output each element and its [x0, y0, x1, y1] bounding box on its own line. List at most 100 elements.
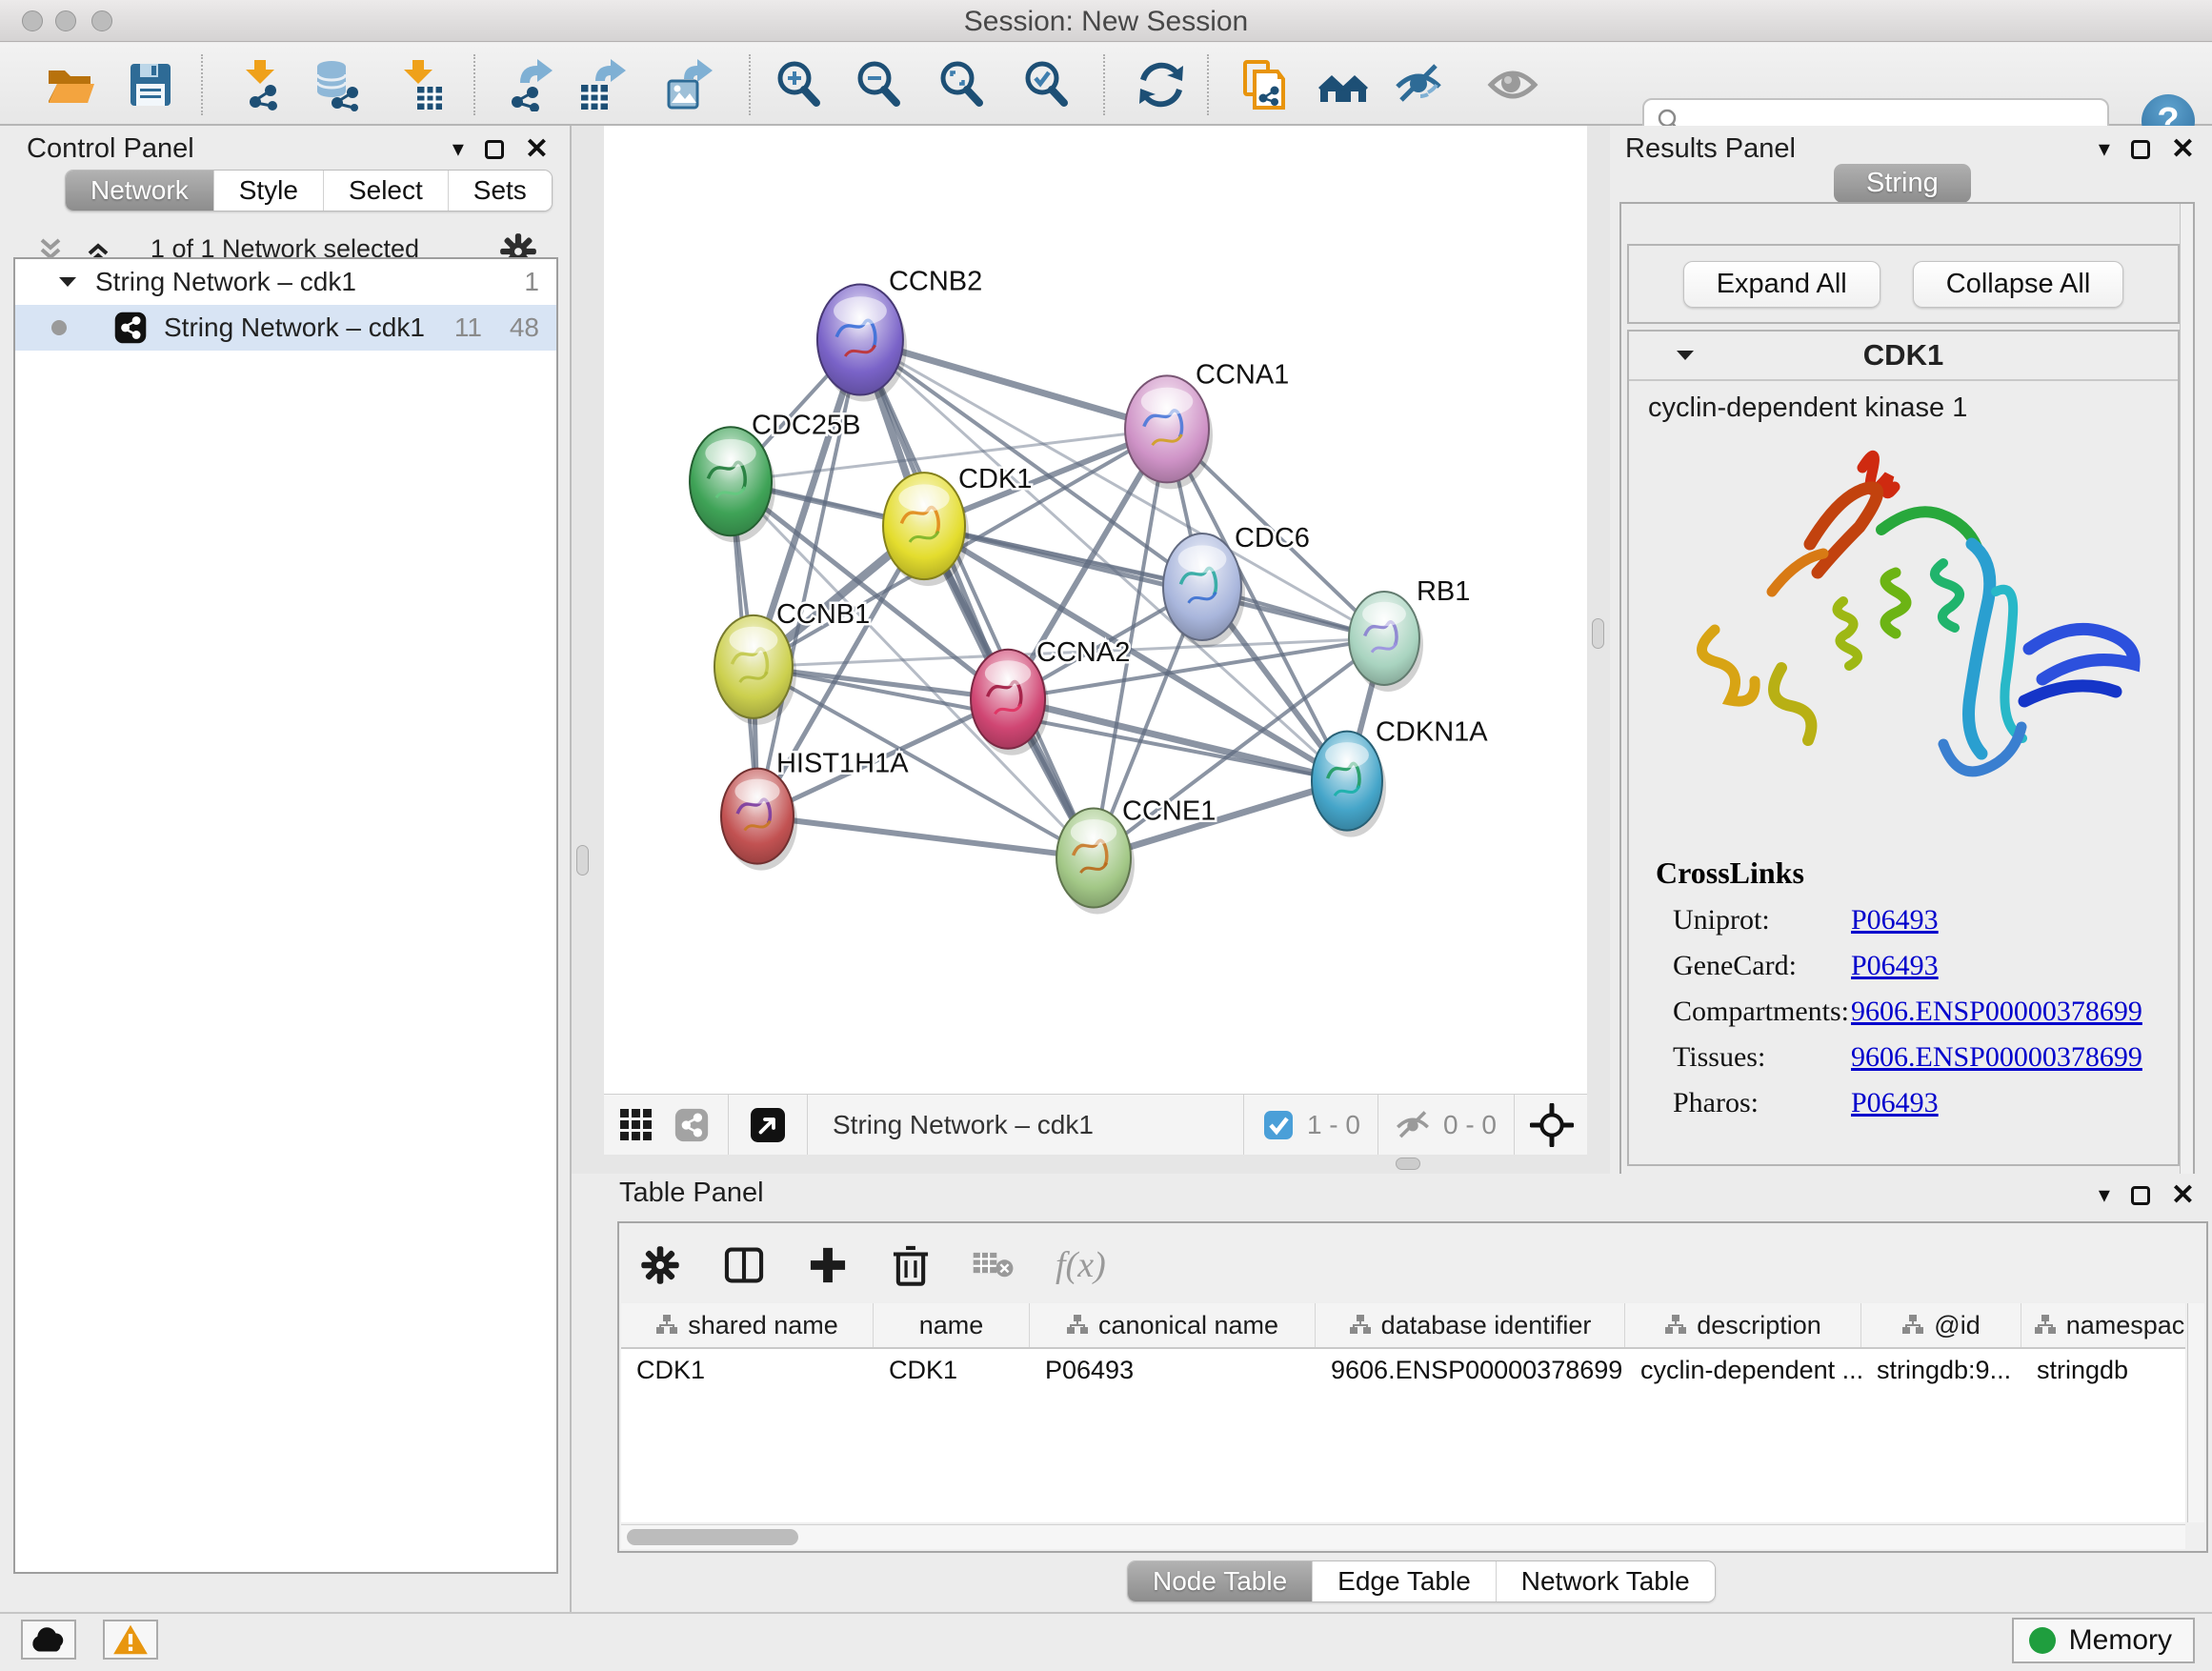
save-session-icon[interactable] [122, 56, 179, 113]
splitter-grip[interactable] [576, 845, 589, 876]
graph-node-hist1h1a[interactable] [721, 769, 797, 871]
collapse-all-button[interactable]: Collapse All [1913, 261, 2124, 308]
zoom-out-icon[interactable] [851, 56, 908, 113]
graph-edge[interactable] [757, 816, 1094, 858]
export-network-icon[interactable] [501, 56, 558, 113]
crosslink-link[interactable]: P06493 [1851, 950, 1939, 982]
warning-status-button[interactable] [103, 1620, 158, 1660]
column-header-shared-name[interactable]: shared name [621, 1303, 874, 1347]
panel-close-icon[interactable]: ✕ [2171, 140, 2195, 159]
cloud-status-button[interactable] [21, 1620, 76, 1660]
column-header-namespace[interactable]: namespace [2021, 1303, 2185, 1347]
splitter-right[interactable] [1587, 126, 1610, 1174]
tab-edge-table[interactable]: Edge Table [1312, 1561, 1496, 1601]
graph-edge[interactable] [860, 340, 1094, 858]
tab-node-table[interactable]: Node Table [1128, 1561, 1312, 1601]
panel-close-icon[interactable]: ✕ [2171, 1186, 2195, 1205]
graph-node-rb1[interactable] [1349, 592, 1423, 692]
section-collapse-icon[interactable] [1675, 347, 1696, 364]
zoom-in-icon[interactable] [771, 56, 828, 113]
tab-string[interactable]: String [1834, 164, 1971, 203]
zoom-selected-icon[interactable] [1018, 56, 1076, 113]
panel-collapse-icon[interactable]: ▾ [2099, 1181, 2110, 1209]
new-network-from-selection-icon[interactable] [1235, 56, 1292, 113]
tab-network-table[interactable]: Network Table [1496, 1561, 1715, 1601]
show-columns-icon[interactable] [722, 1243, 766, 1287]
graph-node-ccnb1[interactable] [714, 615, 796, 725]
crosslink-label: Compartments: [1656, 996, 1851, 1028]
crosslink-label: Tissues: [1656, 1041, 1851, 1074]
network-canvas[interactable]: CCNB2CCNA1CDC25BCDK1CDC6RB1CCNB1CCNA2CDK… [604, 126, 1587, 1094]
graph-node-ccna1[interactable] [1125, 375, 1213, 489]
cytoscape-window: Session: New Session [0, 0, 2212, 1671]
warning-icon [112, 1623, 149, 1656]
memory-button[interactable]: Memory [2012, 1618, 2195, 1663]
panel-float-icon[interactable] [2131, 1186, 2150, 1205]
column-header-database-identifier[interactable]: database identifier [1316, 1303, 1625, 1347]
tab-sets[interactable]: Sets [448, 171, 552, 211]
import-table-icon[interactable] [390, 56, 447, 113]
tree-expand-icon[interactable] [57, 273, 78, 291]
network-row[interactable]: String Network – cdk1 11 48 [15, 305, 556, 351]
edge-count: 48 [510, 312, 539, 343]
fit-content-crosshair-icon[interactable] [1530, 1103, 1574, 1147]
splitter-left[interactable] [572, 126, 604, 1174]
results-vertical-scrollbar[interactable] [2180, 204, 2193, 1237]
table-horizontal-scrollbar[interactable] [621, 1524, 2185, 1549]
panel-float-icon[interactable] [485, 140, 504, 159]
expand-all-button[interactable]: Expand All [1683, 261, 1880, 308]
splitter-grip[interactable] [1396, 1158, 1420, 1170]
tab-network[interactable]: Network [66, 171, 213, 211]
first-neighbors-icon[interactable] [1315, 56, 1372, 113]
birds-eye-view-icon[interactable] [748, 1105, 788, 1145]
tab-style[interactable]: Style [213, 171, 323, 211]
import-network-from-database-icon[interactable] [307, 56, 364, 113]
crosslink-link[interactable]: P06493 [1851, 904, 1939, 936]
panel-collapse-icon[interactable]: ▾ [2099, 135, 2110, 163]
table-options-gear-icon[interactable] [638, 1243, 682, 1287]
column-header-name[interactable]: name [874, 1303, 1030, 1347]
graph-node-label: RB1 [1417, 576, 1470, 607]
column-type-icon [1664, 1314, 1687, 1337]
import-network-icon[interactable] [231, 56, 289, 113]
column-header-canonical-name[interactable]: canonical name [1030, 1303, 1316, 1347]
column-header-@id[interactable]: @id [1861, 1303, 2021, 1347]
table-row[interactable]: CDK1CDK1P064939606.ENSP00000378699cyclin… [621, 1349, 2185, 1391]
network-view-icon[interactable] [673, 1106, 711, 1144]
table-cell: stringdb [2021, 1349, 2185, 1391]
tab-select[interactable]: Select [323, 171, 448, 211]
open-file-icon[interactable] [42, 56, 99, 113]
column-type-icon [1066, 1314, 1089, 1337]
show-all-icon[interactable] [1484, 56, 1541, 113]
export-table-icon[interactable] [574, 56, 632, 113]
cdk1-section-header[interactable]: CDK1 [1629, 332, 2178, 381]
network-type-icon [112, 310, 149, 346]
node-count: 11 [454, 312, 482, 343]
panel-float-icon[interactable] [2131, 140, 2150, 159]
graph-node-cdk1[interactable] [883, 473, 969, 586]
export-image-icon[interactable] [661, 56, 718, 113]
crosslink-link[interactable]: P06493 [1851, 1087, 1939, 1119]
refresh-layout-icon[interactable] [1133, 56, 1190, 113]
main-toolbar: ? [0, 43, 2212, 126]
zoom-fit-icon[interactable] [934, 56, 991, 113]
splitter-horizontal[interactable] [572, 1155, 1610, 1174]
crosslink-row: Compartments:9606.ENSP00000378699 [1656, 996, 2178, 1028]
crosslink-link[interactable]: 9606.ENSP00000378699 [1851, 996, 2142, 1028]
splitter-grip[interactable] [1592, 618, 1604, 649]
panel-collapse-icon[interactable]: ▾ [452, 135, 464, 163]
graph-node-label: CCNB2 [889, 267, 982, 297]
crosslink-link[interactable]: 9606.ENSP00000378699 [1851, 1041, 2142, 1074]
grid-view-icon[interactable] [617, 1106, 655, 1144]
delete-column-icon[interactable] [890, 1243, 932, 1287]
selected-checkbox-icon[interactable] [1263, 1110, 1294, 1140]
network-graph[interactable]: CCNB2CCNA1CDC25BCDK1CDC6RB1CCNB1CCNA2CDK… [604, 126, 1587, 1094]
table-vertical-scrollbar[interactable] [2187, 1303, 2204, 1522]
hide-selected-icon[interactable] [1390, 56, 1447, 113]
network-collection-row[interactable]: String Network – cdk1 1 [15, 259, 556, 305]
create-column-icon[interactable] [806, 1243, 850, 1287]
column-header-description[interactable]: description [1625, 1303, 1861, 1347]
panel-close-icon[interactable]: ✕ [525, 140, 549, 159]
graph-edge[interactable] [924, 526, 1384, 638]
graph-node-ccnb2[interactable] [817, 285, 907, 402]
